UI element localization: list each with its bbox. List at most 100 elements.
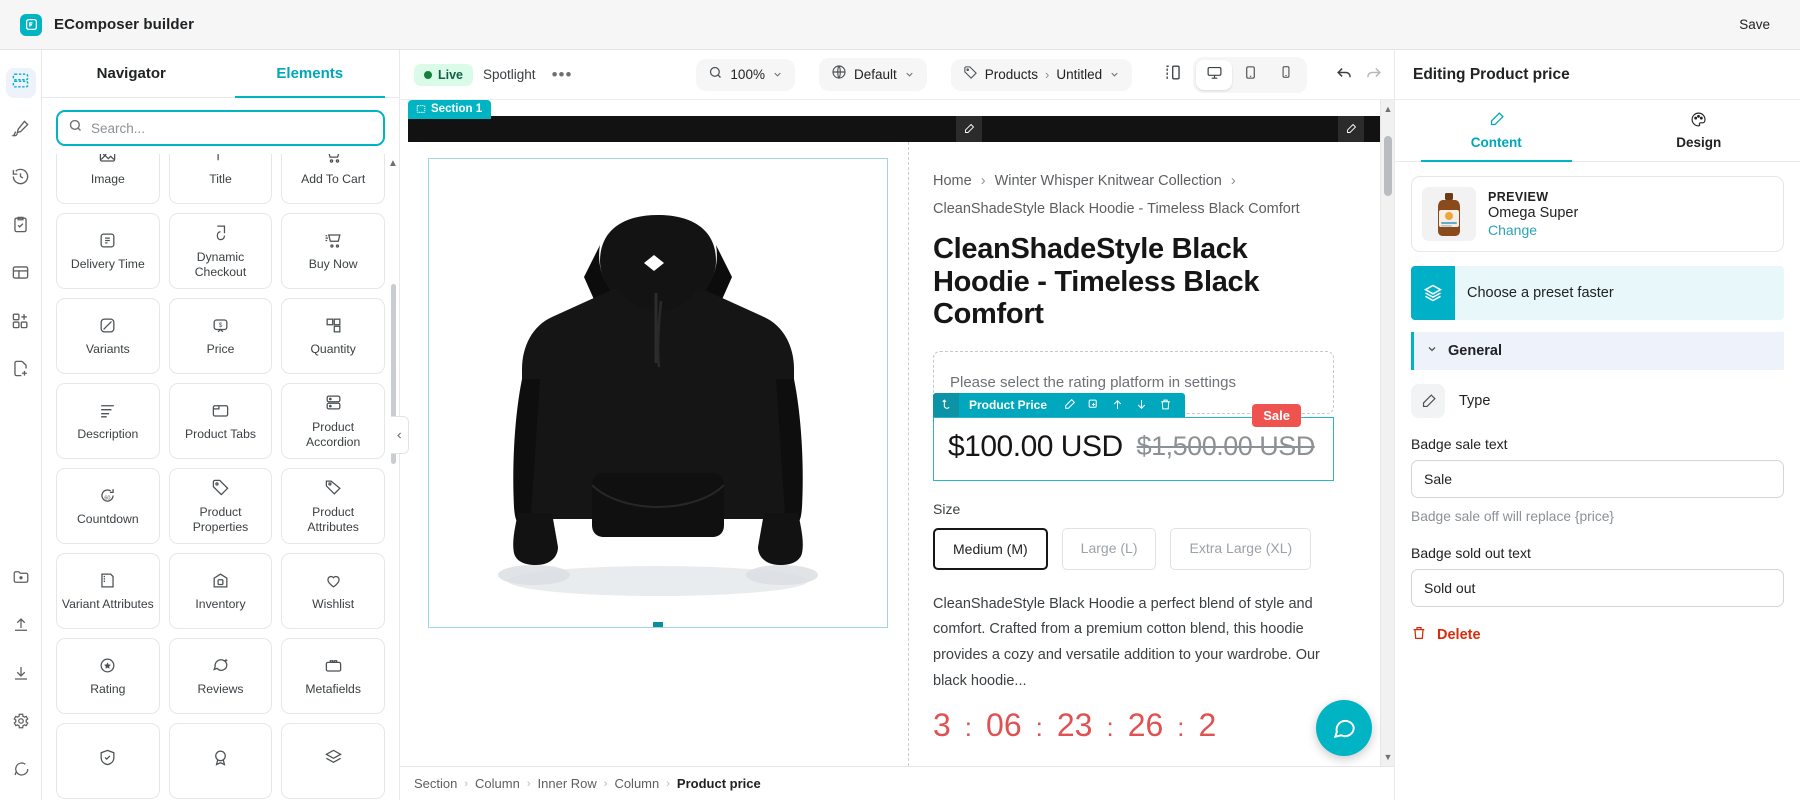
element-card[interactable]: Delivery Time [56,213,160,289]
rail-library-button[interactable] [6,564,36,594]
crumb-column-2[interactable]: Column [614,776,659,791]
element-card[interactable] [168,723,273,799]
price-frame[interactable]: $100.00 USD $1,500.00 USD Sale [933,403,1334,481]
tab-navigator[interactable]: Navigator [42,50,221,97]
element-card[interactable] [281,723,385,799]
save-button[interactable]: Save [1729,11,1780,38]
canvas[interactable]: Section 1 Home › Winter Whisper Knitwear… [400,100,1380,766]
rail-new-page-button[interactable] [6,356,36,386]
element-card[interactable]: Product Attributes [281,468,385,544]
element-card[interactable]: Description [56,383,160,459]
general-section-header[interactable]: General [1411,332,1784,370]
undo-button[interactable] [1335,59,1354,91]
scroll-up-arrow[interactable]: ▲ [1381,104,1394,114]
rail-history-button[interactable] [6,164,36,194]
element-card[interactable]: Dynamic Checkout [168,213,273,289]
section-tag-badge[interactable]: Section 1 [408,100,492,119]
badge-sale-text-input[interactable]: Sale [1411,460,1784,498]
badge-sold-out-text-input[interactable]: Sold out [1411,568,1784,607]
element-card[interactable]: Product Properties [168,468,273,544]
zoom-control[interactable]: 100% [696,58,795,91]
crumb-section[interactable]: Section [414,776,457,791]
element-card[interactable]: Add To Cart [281,154,385,204]
canvas-scroll-thumb[interactable] [1384,136,1392,196]
element-card[interactable]: Variants [56,298,160,374]
product-title[interactable]: CleanShadeStyle Black Hoodie - Timeless … [933,233,1334,330]
countdown-extra: 2 [1198,706,1217,743]
product-description[interactable]: CleanShadeStyle Black Hoodie a perfect b… [933,592,1334,695]
scroll-down-arrow[interactable]: ▼ [1381,752,1394,762]
redo-button[interactable] [1364,59,1383,91]
details-edit-button[interactable] [1338,116,1364,142]
device-mobile-button[interactable] [1268,60,1304,90]
rail-layout-button[interactable] [6,260,36,290]
element-card[interactable]: Inventory [168,553,273,629]
crumb-product-price[interactable]: Product price [677,776,761,791]
spotlight-button[interactable]: Spotlight [483,67,536,82]
delete-icon[interactable] [1153,393,1177,417]
live-status-pill[interactable]: Live [414,63,474,86]
element-label: Countdown [76,512,139,527]
page-breadcrumb-selector[interactable]: Products › Untitled [950,58,1133,91]
size-option-large[interactable]: Large (L) [1061,527,1157,570]
rail-import-button[interactable] [6,612,36,642]
device-tablet-button[interactable] [1232,60,1268,90]
element-card[interactable]: 60 Countdown [56,468,160,544]
element-card[interactable]: Metafields [281,638,385,714]
edit-icon[interactable] [1057,393,1081,417]
gallery-edit-button[interactable] [956,116,982,142]
element-card[interactable]: Reviews [168,638,273,714]
element-card[interactable]: $ Price [168,298,273,374]
element-card[interactable]: Rating [56,638,160,714]
element-card[interactable]: Image [56,154,160,204]
type-row[interactable]: Type [1411,384,1784,418]
search-box[interactable] [56,110,385,146]
tab-elements[interactable]: Elements [221,50,400,98]
element-card[interactable]: Product Accordion [281,383,385,459]
product-image-frame[interactable] [428,158,888,628]
rail-settings-button[interactable] [6,708,36,738]
rail-sections-button[interactable] [5,68,36,98]
device-desktop-button[interactable] [1196,59,1233,90]
element-card[interactable]: Wishlist [281,553,385,629]
rail-export-button[interactable] [6,660,36,690]
move-down-icon[interactable] [1129,393,1153,417]
more-options-button[interactable]: ••• [546,65,579,85]
element-label: Metafields [305,682,361,697]
elements-scroll-up-arrow[interactable]: ▲ [387,158,399,169]
canvas-scrollbar[interactable]: ▲ ▼ [1380,100,1394,766]
product-gallery-column[interactable] [408,142,908,766]
rail-style-button[interactable] [6,116,36,146]
move-up-icon[interactable] [1105,393,1129,417]
gallery-resize-handle[interactable] [653,622,663,627]
rail-apps-button[interactable] [6,308,36,338]
tab-design[interactable]: Design [1598,100,1800,161]
element-card[interactable]: Title [168,154,273,204]
theme-selector[interactable]: Default [818,58,927,91]
duplicate-icon[interactable] [1081,393,1105,417]
element-card[interactable]: Quantity [281,298,385,374]
size-option-medium[interactable]: Medium (M) [933,527,1048,570]
responsive-toggle-button[interactable] [1164,59,1183,91]
search-input[interactable] [91,120,373,136]
panel-collapse-handle[interactable] [391,416,409,454]
change-product-link[interactable]: Change [1488,222,1578,238]
crumb-inner-row[interactable]: Inner Row [538,776,597,791]
rail-tasks-button[interactable] [6,212,36,242]
breadcrumb-home[interactable]: Home [933,173,972,189]
breadcrumb-collection[interactable]: Winter Whisper Knitwear Collection [995,173,1222,189]
size-option-extra-large[interactable]: Extra Large (XL) [1170,527,1312,570]
element-card[interactable]: Buy Now [281,213,385,289]
device-toggle-group [1193,56,1308,93]
support-chat-button[interactable] [1316,700,1372,756]
element-card[interactable]: Product Tabs [168,383,273,459]
element-card[interactable] [56,723,160,799]
drag-handle-icon[interactable] [933,392,959,417]
crumb-separator: › [666,777,670,790]
rail-support-button[interactable] [6,756,36,786]
tab-content[interactable]: Content [1395,100,1598,162]
preset-banner[interactable]: Choose a preset faster [1411,266,1784,320]
crumb-column[interactable]: Column [475,776,520,791]
delete-element-button[interactable]: Delete [1411,625,1784,645]
element-card[interactable]: Variant Attributes [56,553,160,629]
